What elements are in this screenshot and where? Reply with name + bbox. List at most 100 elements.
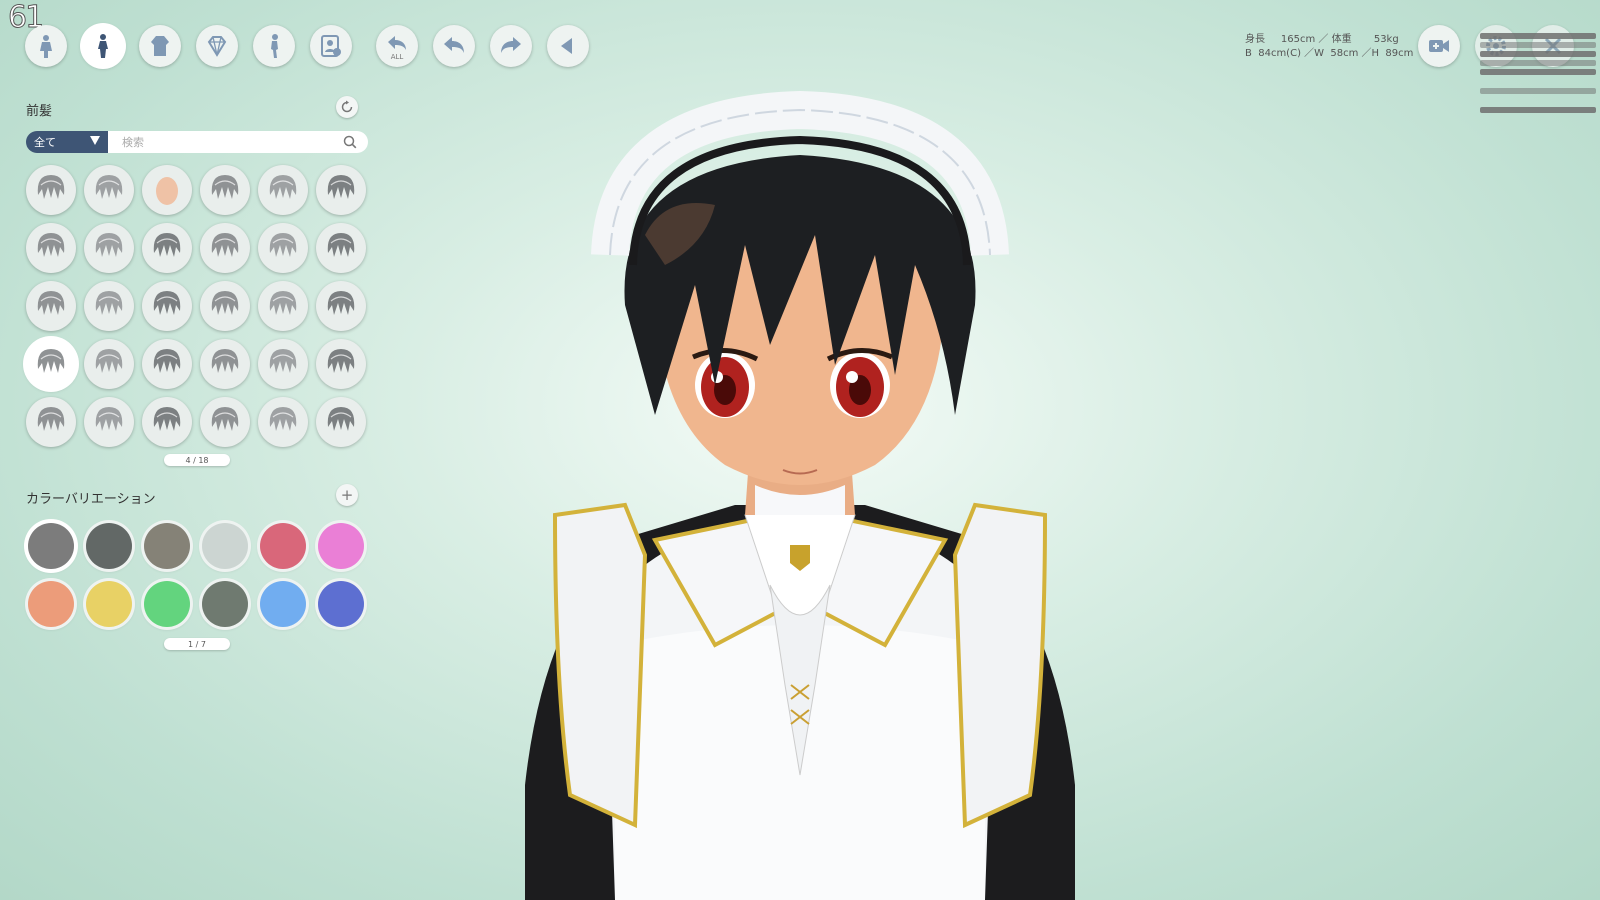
hair-style-option[interactable]	[258, 223, 308, 273]
pose-icon	[271, 34, 278, 58]
hair-style-icon	[153, 349, 181, 373]
color-swatch[interactable]	[318, 523, 364, 569]
hair-section-title: 前髪	[26, 104, 53, 119]
hair-style-option[interactable]	[258, 339, 308, 389]
hair-style-option[interactable]	[200, 223, 250, 273]
clothing-icon	[151, 36, 169, 56]
measurements: B 84cm(C) ／W 58cm ／H 89cm	[1245, 48, 1414, 59]
hair-style-option[interactable]	[84, 397, 134, 447]
camera-button[interactable]	[1418, 25, 1460, 67]
accessory-button[interactable]	[196, 25, 238, 67]
collapse-icon	[561, 38, 572, 54]
hair-style-icon	[37, 291, 65, 315]
color-swatch[interactable]	[202, 523, 248, 569]
hair-style-option[interactable]	[84, 223, 134, 273]
color-swatch[interactable]	[28, 523, 74, 569]
hair-style-icon	[327, 175, 355, 199]
hair-pager[interactable]: 4 / 18	[164, 454, 230, 466]
pose-button[interactable]	[253, 25, 295, 67]
collapse-button[interactable]	[547, 25, 589, 67]
color-swatch[interactable]	[202, 581, 248, 627]
body-button[interactable]	[82, 25, 124, 67]
body-type-button[interactable]	[25, 25, 67, 67]
hair-style-option[interactable]	[142, 165, 192, 215]
undo-button[interactable]	[433, 25, 475, 67]
accessory-icon	[207, 36, 227, 57]
hair-style-option[interactable]	[316, 397, 366, 447]
hair-style-option[interactable]	[200, 281, 250, 331]
hair-style-icon	[95, 349, 123, 373]
camera-icon	[1429, 40, 1449, 52]
redo-button[interactable]	[490, 25, 532, 67]
hair-style-option[interactable]	[84, 339, 134, 389]
hair-style-option[interactable]	[26, 281, 76, 331]
color-swatch[interactable]	[260, 581, 306, 627]
color-pager[interactable]: 1 / 7	[164, 638, 230, 650]
hair-style-option[interactable]	[142, 281, 192, 331]
hair-style-icon	[95, 175, 123, 199]
hair-style-icon	[327, 233, 355, 257]
hair-style-icon	[211, 175, 239, 199]
hair-style-option[interactable]	[258, 397, 308, 447]
undo-icon	[444, 37, 464, 53]
undo-all-label: ALL	[390, 53, 404, 61]
debug-bar	[1480, 60, 1596, 66]
color-swatch[interactable]	[86, 523, 132, 569]
search-input[interactable]	[108, 131, 368, 153]
hair-style-option[interactable]	[258, 281, 308, 331]
hair-style-icon	[327, 291, 355, 315]
hair-style-icon	[153, 291, 181, 315]
hair-style-icon	[211, 407, 239, 431]
body-stats: 身長 165cm ／ 体重 53kg B 84cm(C) ／W 58cm ／H …	[1245, 33, 1413, 61]
color-swatch[interactable]	[260, 523, 306, 569]
hair-style-option[interactable]	[200, 397, 250, 447]
color-swatch[interactable]	[86, 581, 132, 627]
undo-all-button[interactable]: ALL	[376, 25, 418, 67]
hair-style-option[interactable]	[142, 339, 192, 389]
hair-style-option[interactable]	[26, 165, 76, 215]
color-swatch[interactable]	[318, 581, 364, 627]
hair-style-icon	[37, 349, 65, 373]
hair-style-option[interactable]	[200, 165, 250, 215]
hair-style-option[interactable]	[200, 339, 250, 389]
hair-style-option[interactable]	[26, 397, 76, 447]
hair-style-icon	[153, 233, 181, 257]
color-swatch[interactable]	[28, 581, 74, 627]
hair-style-option[interactable]	[26, 223, 76, 273]
debug-bar	[1480, 51, 1596, 57]
clothing-button[interactable]	[139, 25, 181, 67]
color-section-title: カラーバリエーション	[26, 492, 156, 507]
hair-style-option[interactable]	[316, 223, 366, 273]
hair-style-option[interactable]	[26, 339, 76, 389]
hair-style-icon	[211, 349, 239, 373]
add-color-button[interactable]: +	[336, 484, 358, 506]
character-card-icon	[321, 35, 341, 57]
hair-style-option[interactable]	[316, 165, 366, 215]
color-swatch-grid	[26, 521, 366, 629]
body-type-icon	[40, 35, 52, 58]
hair-style-option[interactable]	[258, 165, 308, 215]
hair-style-option[interactable]	[142, 397, 192, 447]
hair-style-option[interactable]	[142, 223, 192, 273]
search-icon[interactable]	[343, 135, 357, 149]
hair-style-icon	[95, 233, 123, 257]
hair-style-icon	[269, 407, 297, 431]
character-preview[interactable]	[515, 85, 1085, 900]
reset-button[interactable]	[336, 96, 358, 118]
debug-overlay	[1480, 33, 1596, 116]
hair-style-icon	[327, 407, 355, 431]
hair-style-option[interactable]	[316, 339, 366, 389]
plus-icon: +	[340, 486, 354, 504]
hair-style-option[interactable]	[316, 281, 366, 331]
debug-bar	[1480, 42, 1596, 48]
hair-style-option[interactable]	[84, 165, 134, 215]
hair-style-option[interactable]	[84, 281, 134, 331]
dropdown-arrow-icon	[90, 136, 100, 145]
color-swatch[interactable]	[144, 581, 190, 627]
hair-style-icon	[37, 175, 65, 199]
category-filter-select[interactable]: 全て	[26, 131, 108, 153]
bald-head-icon	[156, 177, 178, 205]
reset-icon	[341, 100, 353, 113]
character-card-button[interactable]	[310, 25, 352, 67]
color-swatch[interactable]	[144, 523, 190, 569]
